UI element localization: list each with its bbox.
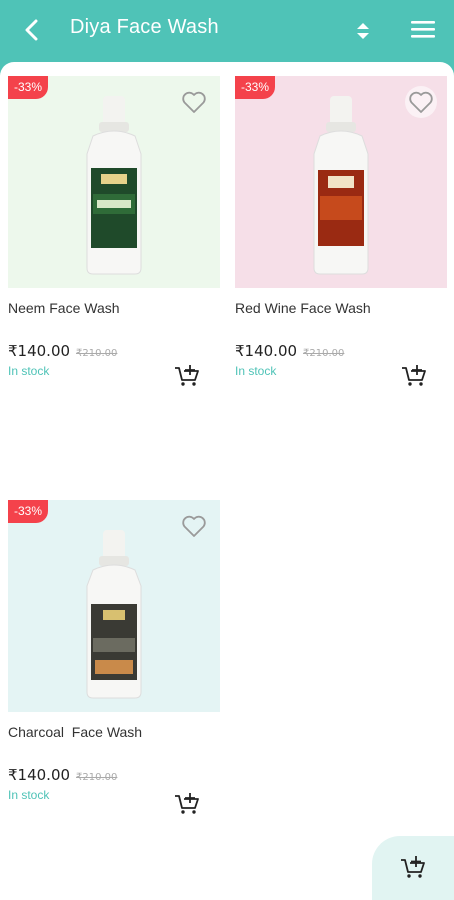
discount-badge: -33% — [8, 500, 49, 523]
price-row: ₹140.00 ₹210.00 — [8, 766, 220, 784]
add-to-cart-icon — [175, 793, 199, 814]
heart-icon — [182, 91, 206, 113]
wishlist-button[interactable] — [405, 86, 437, 118]
heart-icon — [182, 515, 206, 537]
sort-updown-icon — [357, 23, 369, 39]
product-name[interactable]: Charcoal Face Wash — [8, 724, 220, 744]
add-to-cart-icon — [175, 365, 199, 386]
cart-fab-button[interactable] — [372, 836, 454, 900]
product-price: ₹140.00 — [8, 766, 71, 784]
menu-button[interactable] — [406, 14, 440, 44]
product-old-price: ₹210.00 — [76, 348, 118, 359]
product-old-price: ₹210.00 — [76, 772, 118, 783]
heart-icon — [409, 91, 433, 113]
product-card[interactable]: -33% Neem Face Wash ₹140.00 ₹210.00 In s… — [8, 76, 220, 386]
product-image[interactable]: -33% — [8, 76, 220, 288]
product-price: ₹140.00 — [8, 342, 71, 360]
product-bottle-image — [86, 530, 142, 699]
discount-badge: -33% — [235, 76, 276, 99]
product-old-price: ₹210.00 — [303, 348, 345, 359]
add-to-cart-button[interactable] — [174, 793, 200, 815]
product-image[interactable]: -33% — [8, 500, 220, 712]
product-card[interactable]: -33% Red Wine Face Wash ₹140.00 ₹210.00 … — [235, 76, 447, 386]
page-title: Diya Face Wash — [70, 16, 219, 38]
price-row: ₹140.00 ₹210.00 — [235, 342, 447, 360]
price-row: ₹140.00 ₹210.00 — [8, 342, 220, 360]
product-name[interactable]: Red Wine Face Wash — [235, 300, 447, 320]
add-to-cart-button[interactable] — [174, 365, 200, 387]
product-image[interactable]: -33% — [235, 76, 447, 288]
sheet-corner — [0, 62, 14, 76]
product-price: ₹140.00 — [235, 342, 298, 360]
arrow-left-icon — [25, 19, 38, 41]
add-to-cart-icon — [401, 856, 425, 878]
product-card[interactable]: -33% Charcoal Face Wash ₹140.00 ₹210.00 … — [8, 500, 220, 814]
app-bar: Diya Face Wash — [0, 0, 454, 62]
add-to-cart-icon — [402, 365, 426, 386]
product-bottle-image — [86, 96, 142, 275]
hamburger-menu-icon — [411, 21, 435, 38]
discount-badge: -33% — [8, 76, 49, 99]
back-button[interactable] — [16, 14, 48, 46]
wishlist-button[interactable] — [178, 86, 210, 118]
add-to-cart-button[interactable] — [401, 365, 427, 387]
wishlist-button[interactable] — [178, 510, 210, 542]
sheet-corner — [440, 62, 454, 76]
product-bottle-image — [313, 96, 369, 275]
sort-button[interactable] — [348, 16, 378, 46]
product-name[interactable]: Neem Face Wash — [8, 300, 220, 320]
